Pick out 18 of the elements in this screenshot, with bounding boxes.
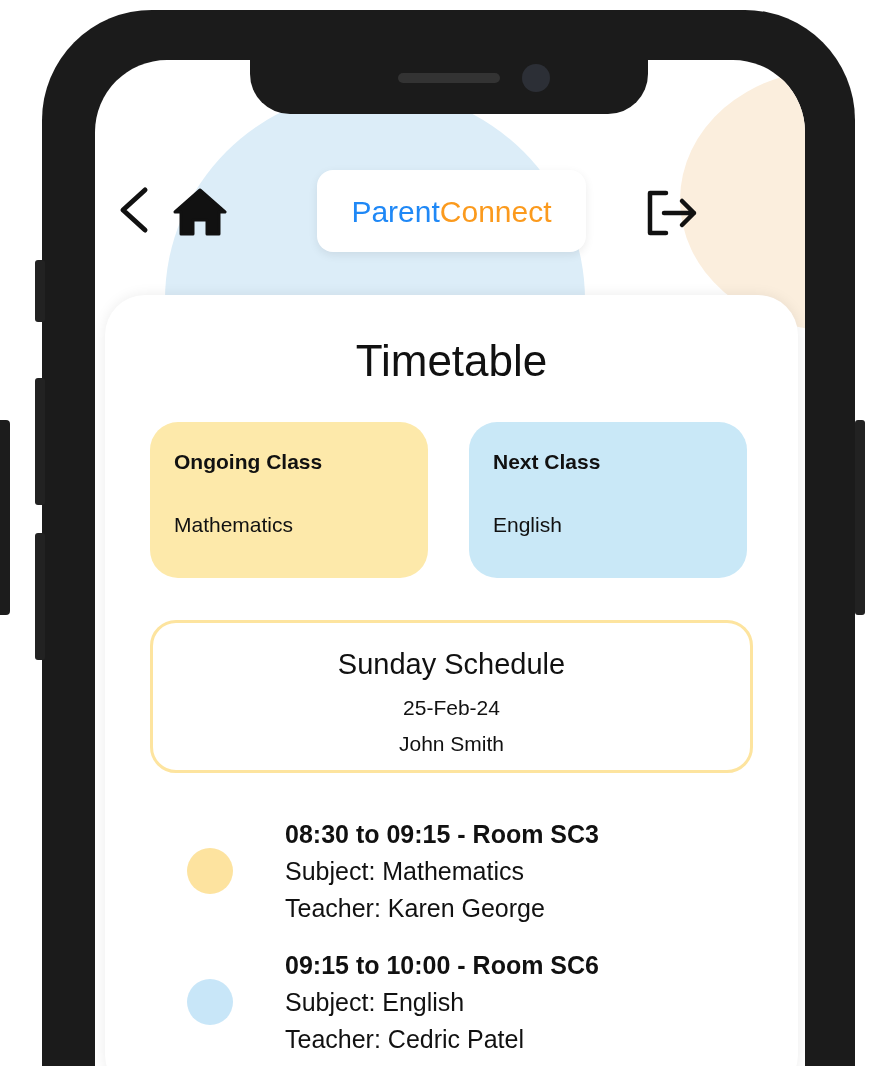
class-subject: Mathematics — [174, 512, 295, 539]
home-icon[interactable] — [173, 188, 227, 236]
page-title: Timetable — [354, 335, 549, 387]
class-subject: English — [493, 512, 563, 539]
slot-subject: Subject: English — [285, 986, 466, 1018]
slot-subject: Subject: Mathematics — [285, 855, 525, 887]
slot-time: 08:30 to 09:15 - Room SC3 — [285, 818, 599, 850]
student-name: John Smith — [397, 730, 506, 757]
slot-teacher: Teacher: Cedric Patel — [285, 1023, 525, 1055]
slot-teacher: Teacher: Karen George — [285, 892, 546, 924]
camera-lens — [522, 64, 550, 92]
slot-time: 09:15 to 10:00 - Room SC6 — [285, 949, 599, 981]
logout-icon[interactable] — [646, 190, 698, 236]
schedule-date: 25-Feb-24 — [402, 695, 501, 722]
class-label: Ongoing Class — [174, 448, 324, 475]
class-label: Next Class — [493, 448, 602, 475]
schedule-title: Sunday Schedule — [336, 646, 567, 682]
app-logo: ParentConnect — [317, 170, 586, 252]
